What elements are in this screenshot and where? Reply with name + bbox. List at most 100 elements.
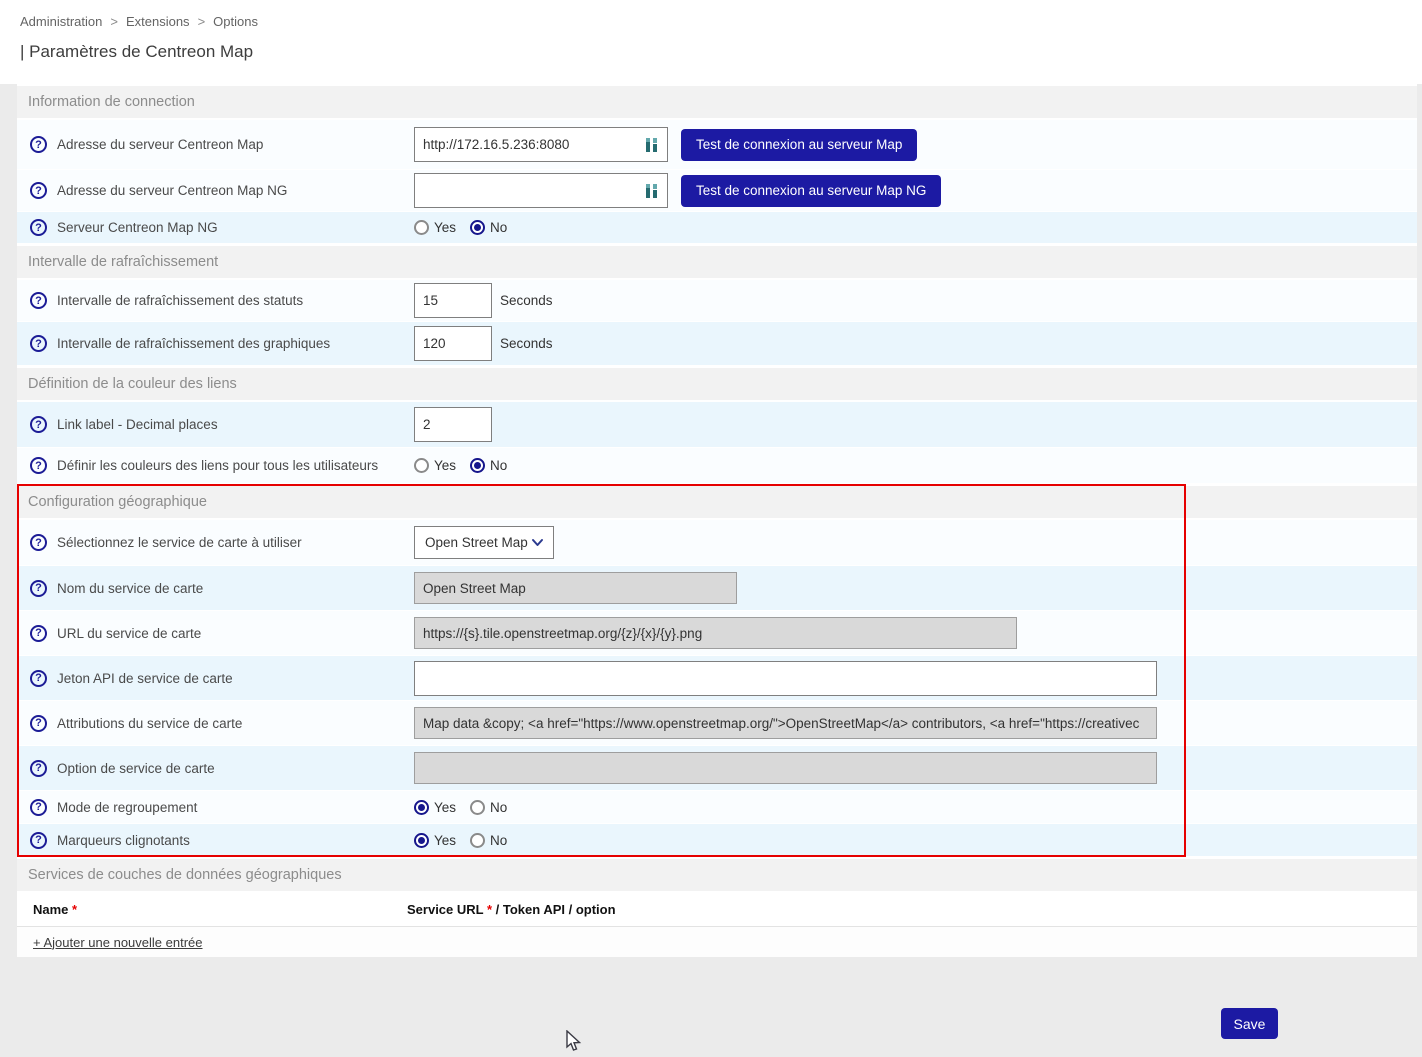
breadcrumb-item-options[interactable]: Options xyxy=(213,14,258,29)
autofill-extension-icon[interactable] xyxy=(646,183,659,199)
help-icon[interactable]: ? xyxy=(30,292,47,309)
breadcrumb: Administration > Extensions > Options xyxy=(20,14,1422,29)
page-header: Administration > Extensions > Options | … xyxy=(0,0,1422,84)
graph-refresh-interval-input[interactable] xyxy=(414,326,492,361)
link-colors-radio-group: Yes No xyxy=(414,458,521,473)
test-connection-map-button[interactable]: Test de connexion au serveur Map xyxy=(681,129,917,161)
field-label: Option de service de carte xyxy=(57,761,215,776)
help-icon[interactable]: ? xyxy=(30,670,47,687)
radio-no-label: No xyxy=(490,833,507,848)
row-option-service: ? Option de service de carte xyxy=(17,746,1417,791)
field-label: Link label - Decimal places xyxy=(57,417,218,432)
radio-yes-label: Yes xyxy=(434,833,456,848)
field-label: Marqueurs clignotants xyxy=(57,833,190,848)
field-label: Adresse du serveur Centreon Map xyxy=(57,137,263,152)
radio-no-label: No xyxy=(490,220,507,235)
breadcrumb-item-administration[interactable]: Administration xyxy=(20,14,102,29)
row-select-map-service: ? Sélectionnez le service de carte à uti… xyxy=(17,520,1417,566)
field-label: Intervalle de rafraîchissement des statu… xyxy=(57,293,303,308)
help-icon[interactable]: ? xyxy=(30,715,47,732)
field-label: URL du service de carte xyxy=(57,626,201,641)
add-new-entry-link[interactable]: + Ajouter une nouvelle entrée xyxy=(33,935,203,950)
radio-no-label: No xyxy=(490,800,507,815)
radio-yes[interactable] xyxy=(414,800,429,815)
mouse-cursor xyxy=(566,1030,582,1057)
help-icon[interactable]: ? xyxy=(30,832,47,849)
column-header-service-url: Service URL xyxy=(407,902,487,917)
map-ng-radio-group: Yes No xyxy=(414,220,521,235)
help-icon[interactable]: ? xyxy=(30,335,47,352)
required-asterisk: * xyxy=(72,902,77,917)
row-refresh-statuts: ? Intervalle de rafraîchissement des sta… xyxy=(17,280,1417,322)
map-service-select-value: Open Street Map xyxy=(425,535,528,550)
row-jeton-api: ? Jeton API de service de carte xyxy=(17,656,1417,701)
section-header-geo: Configuration géographique xyxy=(17,484,1417,520)
help-icon[interactable]: ? xyxy=(30,136,47,153)
radio-no[interactable] xyxy=(470,833,485,848)
help-icon[interactable]: ? xyxy=(30,760,47,777)
breadcrumb-separator: > xyxy=(110,14,118,29)
radio-yes-label: Yes xyxy=(434,458,456,473)
field-label: Attributions du service de carte xyxy=(57,716,242,731)
field-label: Serveur Centreon Map NG xyxy=(57,220,218,235)
column-header-name: Name xyxy=(33,902,68,917)
clustering-radio-group: Yes No xyxy=(414,800,521,815)
column-header-token-option: / Token API / option xyxy=(492,902,616,917)
radio-yes-label: Yes xyxy=(434,220,456,235)
help-icon[interactable]: ? xyxy=(30,416,47,433)
decimal-places-input[interactable] xyxy=(414,407,492,442)
help-icon[interactable]: ? xyxy=(30,457,47,474)
breadcrumb-separator: > xyxy=(198,14,206,29)
radio-no[interactable] xyxy=(470,458,485,473)
seconds-suffix: Seconds xyxy=(500,336,553,351)
blinking-markers-radio-group: Yes No xyxy=(414,833,521,848)
radio-no[interactable] xyxy=(470,800,485,815)
status-refresh-interval-input[interactable] xyxy=(414,283,492,318)
add-entry-row: + Ajouter une nouvelle entrée xyxy=(17,927,1417,957)
section-header-refresh: Intervalle de rafraîchissement xyxy=(17,244,1417,280)
radio-yes[interactable] xyxy=(414,220,429,235)
row-mode-regroupement: ? Mode de regroupement Yes No xyxy=(17,791,1417,824)
save-button[interactable]: Save xyxy=(1221,1008,1278,1039)
row-serveur-map-ng: ? Serveur Centreon Map NG Yes No xyxy=(17,212,1417,244)
chevron-down-icon xyxy=(531,538,544,547)
row-link-label-decimal: ? Link label - Decimal places xyxy=(17,402,1417,448)
section-header-link-color: Définition de la couleur des liens xyxy=(17,366,1417,402)
radio-no[interactable] xyxy=(470,220,485,235)
map-service-name-input xyxy=(414,572,737,604)
radio-yes[interactable] xyxy=(414,458,429,473)
map-ng-server-address-input[interactable] xyxy=(414,173,668,208)
map-service-select[interactable]: Open Street Map xyxy=(414,526,554,559)
map-service-url-input xyxy=(414,617,1017,649)
field-label: Jeton API de service de carte xyxy=(57,671,233,686)
map-server-address-input[interactable] xyxy=(414,127,668,162)
row-refresh-graphiques: ? Intervalle de rafraîchissement des gra… xyxy=(17,322,1417,366)
api-token-input[interactable] xyxy=(414,661,1157,696)
radio-yes[interactable] xyxy=(414,833,429,848)
section-header-connection: Information de connection xyxy=(17,84,1417,120)
row-attributions: ? Attributions du service de carte xyxy=(17,701,1417,746)
field-label: Intervalle de rafraîchissement des graph… xyxy=(57,336,330,351)
layer-services-table-header: Name * Service URL * / Token API / optio… xyxy=(17,893,1417,927)
attributions-input xyxy=(414,707,1157,739)
row-adresse-serveur-map-ng: ? Adresse du serveur Centreon Map NG Tes… xyxy=(17,170,1417,212)
field-label: Définir les couleurs des liens pour tous… xyxy=(57,458,378,473)
row-url-service: ? URL du service de carte xyxy=(17,611,1417,656)
service-option-input xyxy=(414,752,1157,784)
help-icon[interactable]: ? xyxy=(30,625,47,642)
field-label: Mode de regroupement xyxy=(57,800,197,815)
page-title: | Paramètres de Centreon Map xyxy=(20,42,1422,62)
autofill-extension-icon[interactable] xyxy=(646,137,659,153)
help-icon[interactable]: ? xyxy=(30,580,47,597)
help-icon[interactable]: ? xyxy=(30,534,47,551)
row-definir-couleurs: ? Définir les couleurs des liens pour to… xyxy=(17,448,1417,484)
test-connection-map-ng-button[interactable]: Test de connexion au serveur Map NG xyxy=(681,175,941,207)
help-icon[interactable]: ? xyxy=(30,219,47,236)
radio-no-label: No xyxy=(490,458,507,473)
row-adresse-serveur-map: ? Adresse du serveur Centreon Map Test d… xyxy=(17,120,1417,170)
help-icon[interactable]: ? xyxy=(30,799,47,816)
seconds-suffix: Seconds xyxy=(500,293,553,308)
breadcrumb-item-extensions[interactable]: Extensions xyxy=(126,14,190,29)
field-label: Adresse du serveur Centreon Map NG xyxy=(57,183,287,198)
help-icon[interactable]: ? xyxy=(30,182,47,199)
